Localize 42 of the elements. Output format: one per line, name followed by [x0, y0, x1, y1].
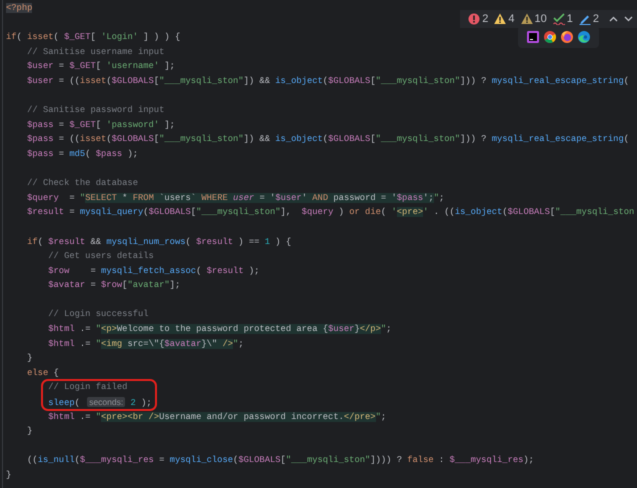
code-line: // Sanitise password input [26, 104, 164, 118]
code-line: $html .= "<img src=\"{$avatar}\" />"; [47, 338, 244, 351]
check-icon [552, 13, 565, 25]
problem-count: 1 [566, 13, 573, 25]
circle-logo-icon[interactable] [578, 31, 590, 43]
code-line: $row = mysqli_fetch_assoc( $result ); [47, 264, 260, 278]
chevron-down-icon[interactable] [624, 16, 633, 22]
code-line: sleep( seconds: 2 ); [47, 396, 152, 410]
code-line: // Login successful [47, 308, 149, 322]
problem-count: 10 [534, 13, 547, 25]
warning-icon [520, 13, 532, 25]
code-line: $query = "SELECT * FROM `users` WHERE user = '$user' AND password = '$pass';"; [26, 192, 444, 205]
code-line: $user = ((isset($GLOBALS["___mysqli_ston"]) && is_object($GLOBALS["___mysqli_ston"])) ? mysqli_real_escape_string( [26, 74, 630, 88]
code-line: } [26, 352, 32, 366]
code-line: ((is_null($___mysqli_res = mysqli_close($GLOBALS["___mysqli_ston"]))) ? false : $___mysqli_res); [26, 454, 534, 468]
code-line: $user = $_GET[ 'username' ]; [26, 60, 175, 74]
code-line: $avatar = $row["avatar"]; [47, 279, 180, 292]
problem-count: 2 [482, 13, 488, 25]
code-line: } [26, 425, 32, 438]
code-line: $pass = md5( $pass ); [26, 148, 138, 161]
code-line: // Check the database [26, 177, 138, 190]
code-line: $pass = ((isset($GLOBALS["___mysqli_ston"]) && is_object($GLOBALS["___mysqli_ston"])) ? mysqli_real_escape_string( [26, 133, 630, 146]
code-line: // Get users details [47, 250, 154, 264]
chevron-up-icon[interactable] [609, 16, 618, 22]
code-line: // Login failed [47, 381, 128, 394]
code-line: if( isset( $_GET[ 'Login' ] ) ) { [6, 31, 180, 44]
circle-logo-icon[interactable] [544, 31, 556, 43]
code-line: $html .= "<p>Welcome to the password protected area {$user}</p>"; [47, 323, 392, 336]
error-icon [468, 13, 480, 25]
circle-logo-icon[interactable] [561, 31, 573, 43]
code-line: } [6, 469, 12, 482]
code-line: else { [26, 366, 59, 380]
code-line: $result = mysqli_query($GLOBALS["___mysqli_ston"], $query ) or die( '<pre>' . ((is_object($GLOBALS["___mysqli_ston [26, 206, 634, 220]
problem-count: 2 [592, 13, 599, 25]
pencil-icon [578, 13, 591, 25]
code-line: $html .= "<pre><br />Username and/or password incorrect.</pre>"; [47, 410, 386, 424]
code-line: if( $result && mysqli_num_rows( $result ) == 1 ) { [26, 236, 292, 248]
warning-icon [494, 13, 506, 25]
code-line: // Sanitise username input [26, 46, 164, 59]
problem-count: 4 [508, 13, 514, 25]
code-line: $pass = $_GET[ 'password' ]; [26, 118, 175, 132]
square-logo-icon[interactable] [527, 31, 539, 43]
